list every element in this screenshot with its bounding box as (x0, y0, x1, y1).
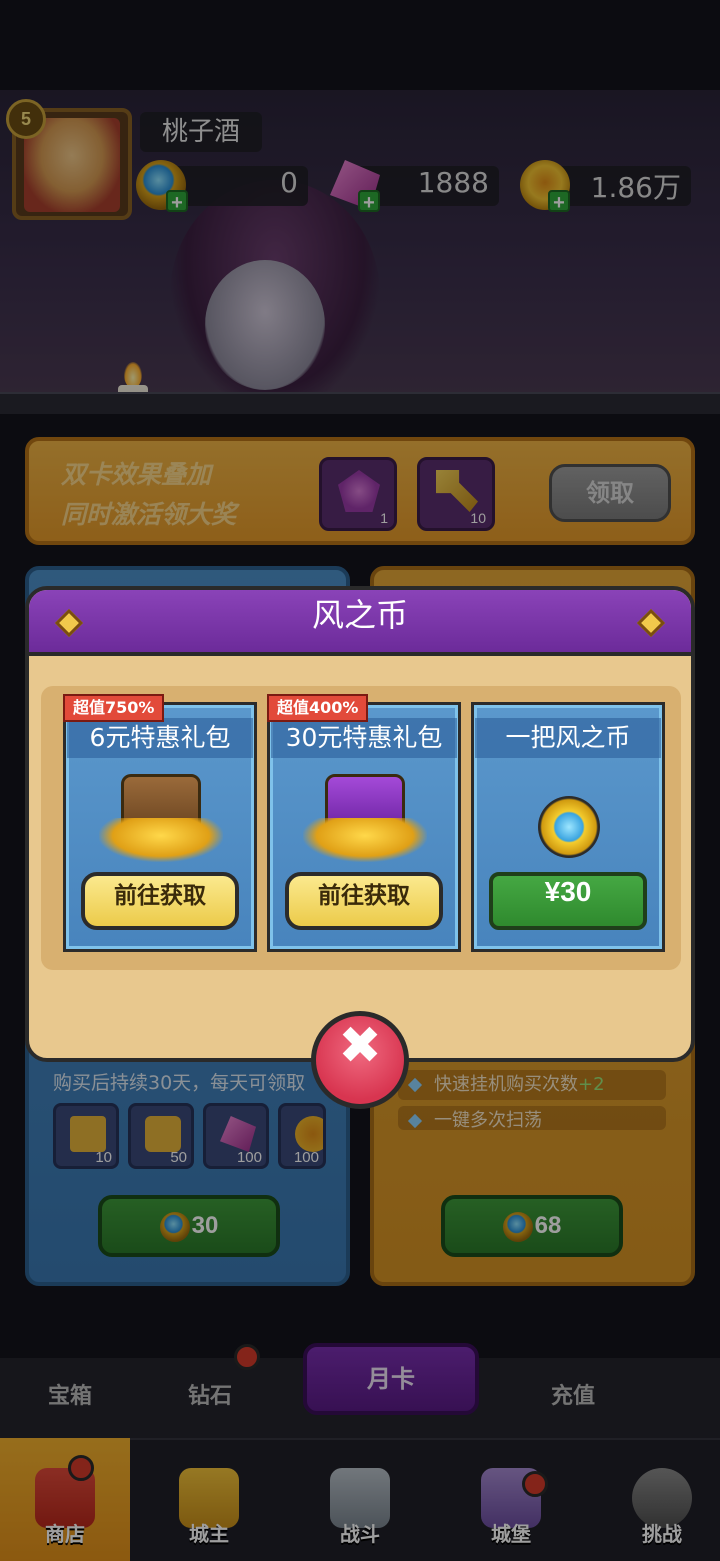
buy-wind-coin-button[interactable]: ¥30 (489, 872, 647, 930)
wind-coin-icon (538, 796, 600, 858)
coins-icon (99, 818, 223, 862)
offer-title: 30元特惠礼包 (271, 718, 457, 758)
offer-card-30: 30元特惠礼包 超值400% 前往获取 (267, 694, 461, 952)
gift-pack-art (99, 768, 223, 864)
wind-coin-modal: 风之币 6元特惠礼包 超值750% 前往获取 30元特惠礼包 超值400% 前往… (25, 586, 695, 1062)
close-button[interactable]: ✖ (311, 1011, 409, 1109)
gift-pack-art (303, 768, 427, 864)
value-tag: 超值750% (63, 694, 165, 722)
coins-icon (303, 818, 427, 862)
offer-title: 一把风之币 (475, 718, 661, 758)
modal-title: 风之币 (311, 596, 408, 634)
close-icon: ✖ (338, 1016, 382, 1076)
offer-title: 6元特惠礼包 (67, 718, 253, 758)
offer-card-6: 6元特惠礼包 超值750% 前往获取 (63, 694, 257, 952)
wind-coin-art (507, 768, 631, 864)
go-get-button[interactable]: 前往获取 (285, 872, 443, 930)
go-get-button[interactable]: 前往获取 (81, 872, 239, 930)
offer-card-wind-coin: 一把风之币 ¥30 (471, 702, 665, 952)
value-tag: 超值400% (267, 694, 369, 722)
modal-header: 风之币 (29, 590, 691, 656)
